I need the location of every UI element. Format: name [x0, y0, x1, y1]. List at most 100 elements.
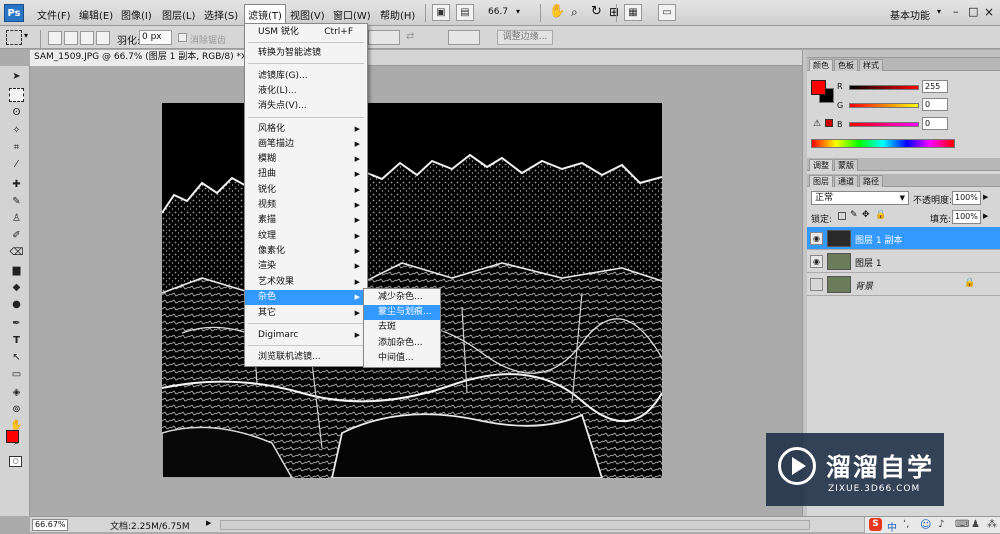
filter-usm-sharpen[interactable]: USM 锐化 Ctrl+F [245, 25, 367, 40]
history-brush-icon[interactable]: ✐ [9, 229, 24, 243]
filter-category-video[interactable]: 视频 ▶ [245, 198, 367, 213]
filter-category-sketch[interactable]: 素描 ▶ [245, 213, 367, 228]
magic-wand-icon[interactable]: ✧ [9, 124, 24, 138]
tab-channels[interactable]: 通道 [834, 175, 858, 187]
chevron-down-icon[interactable]: ▾ [516, 7, 520, 16]
filter-gallery[interactable]: 滤镜库(G)... [245, 69, 367, 84]
filter-vanishing-point[interactable]: 消失点(V)... [245, 99, 367, 114]
filter-category-distort[interactable]: 扭曲 ▶ [245, 167, 367, 182]
marquee-preset-icon[interactable] [6, 30, 22, 45]
hand-icon[interactable]: ✋ [549, 4, 565, 19]
menu-layer[interactable]: 图层(L) [162, 7, 195, 22]
filter-category-blur[interactable]: 模糊 ▶ [245, 152, 367, 167]
apps-grid-icon[interactable]: ⁂ [987, 519, 997, 530]
brush-tool-icon[interactable]: ✎ [9, 195, 24, 209]
blur-tool-icon[interactable]: ◆ [9, 281, 24, 295]
menu-window[interactable]: 窗口(W) [333, 7, 371, 22]
filter-category-other[interactable]: 其它 ▶ [245, 306, 367, 321]
noise-median[interactable]: 中间值... [364, 351, 440, 366]
pen-tool-icon[interactable]: ✒ [9, 317, 24, 331]
tab-masks[interactable]: 蒙版 [834, 159, 858, 171]
subtract-selection-icon[interactable] [80, 31, 94, 45]
color-panel-foreground-swatch[interactable] [811, 80, 826, 95]
filter-category-brush-strokes[interactable]: 画笔描边 ▶ [245, 137, 367, 152]
visibility-eye-icon[interactable]: ◉ [810, 232, 823, 245]
menu-filter[interactable]: 滤镜(T) [244, 4, 286, 24]
filter-category-noise[interactable]: 杂色 ▶ [245, 290, 367, 305]
workspace-switcher[interactable]: 基本功能 [890, 7, 930, 22]
foreground-color-swatch[interactable] [6, 430, 19, 443]
fill-arrow-icon[interactable]: ▶ [983, 212, 988, 220]
noise-dust-and-scratches[interactable]: 蒙尘与划痕... [364, 305, 440, 320]
eraser-icon[interactable]: ⌫ [9, 246, 24, 260]
healing-brush-icon[interactable]: ✚ [9, 178, 24, 192]
filter-category-texture[interactable]: 纹理 ▶ [245, 229, 367, 244]
quick-mask-icon[interactable]: ○ [9, 456, 22, 467]
width-input[interactable] [368, 30, 400, 45]
type-tool-icon[interactable]: T [9, 334, 24, 348]
document-tab[interactable]: SAM_1509.JPG @ 66.7% (图层 1 副本, RGB/8) * [30, 50, 250, 66]
layer-row[interactable]: 背景 🔒 [807, 273, 1000, 296]
crop-tool-icon[interactable]: ⌗ [9, 141, 24, 155]
user-icon[interactable]: ♟ [971, 519, 980, 530]
zoom-icon[interactable]: ⌕ [571, 5, 578, 20]
swap-icon[interactable]: ⇄ [406, 31, 414, 42]
antialias-checkbox[interactable] [178, 33, 187, 42]
b-slider[interactable] [849, 122, 919, 127]
lock-all-icon[interactable]: 🔒 [875, 210, 886, 220]
menu-edit[interactable]: 编辑(E) [79, 7, 113, 22]
lock-transparency-icon[interactable] [838, 212, 846, 220]
g-slider[interactable] [849, 103, 919, 108]
document-size-info[interactable]: 文档:2.25M/6.75M [110, 519, 190, 532]
tab-layers[interactable]: 图层 [809, 175, 833, 187]
menu-view[interactable]: 视图(V) [290, 7, 325, 22]
minibridge-icon[interactable]: ▤ [456, 4, 474, 21]
tab-styles[interactable]: 样式 [859, 59, 883, 71]
filter-category-sharpen[interactable]: 锐化 ▶ [245, 183, 367, 198]
path-select-icon[interactable]: ↖ [9, 351, 24, 365]
ruler-icon[interactable]: ⊞ [609, 5, 619, 19]
tab-swatches[interactable]: 色板 [834, 59, 858, 71]
menu-file[interactable]: 文件(F) [37, 7, 71, 22]
eyedropper-icon[interactable]: ⁄ [9, 158, 24, 172]
tab-color[interactable]: 颜色 [809, 59, 833, 71]
ime-logo-icon[interactable]: S [869, 518, 882, 531]
rotate-icon[interactable]: ↻ [591, 4, 602, 19]
3d-orbit-icon[interactable]: ⊚ [9, 403, 24, 417]
keyboard-icon[interactable]: ⌨ [955, 519, 969, 530]
bridge-icon[interactable]: ▣ [432, 4, 450, 21]
filter-category-render[interactable]: 渲染 ▶ [245, 259, 367, 274]
filter-digimarc[interactable]: Digimarc ▶ [245, 328, 367, 343]
zoom-level[interactable]: 66.7 [488, 7, 508, 17]
status-menu-arrow-icon[interactable]: ▶ [206, 519, 211, 527]
menu-image[interactable]: 图像(I) [121, 7, 152, 22]
zoom-field[interactable]: 66.67% [32, 519, 68, 531]
visibility-eye-icon[interactable]: ◉ [810, 255, 823, 268]
gamut-color-swatch[interactable] [825, 119, 833, 127]
layer-row[interactable]: ◉ 图层 1 [807, 250, 1000, 273]
menu-help[interactable]: 帮助(H) [380, 7, 415, 22]
layer-name[interactable]: 图层 1 副本 [855, 233, 902, 246]
filter-liquify[interactable]: 液化(L)... [245, 84, 367, 99]
feather-input[interactable]: 0 px [139, 30, 172, 45]
dodge-tool-icon[interactable]: ● [9, 298, 24, 312]
microphone-icon[interactable]: ♪ [938, 519, 944, 530]
lock-pixels-icon[interactable]: ✎ [850, 210, 858, 220]
shape-tool-icon[interactable]: ▭ [9, 368, 24, 382]
minimize-icon[interactable]: – [953, 5, 959, 18]
ime-punctuation-icon[interactable]: ʻ, [903, 519, 909, 530]
fill-input[interactable]: 100% [952, 210, 981, 224]
marquee-tool-icon[interactable] [9, 88, 24, 102]
noise-reduce-noise[interactable]: 减少杂色... [364, 290, 440, 305]
filter-convert-smart[interactable]: 转换为智能滤镜 [245, 46, 367, 61]
intersect-selection-icon[interactable] [96, 31, 110, 45]
move-tool-icon[interactable]: ➤ [9, 70, 24, 84]
b-value-input[interactable]: 0 [922, 117, 948, 130]
noise-despeckle[interactable]: 去斑 [364, 320, 440, 335]
visibility-eye-icon[interactable] [810, 278, 823, 291]
emoji-icon[interactable]: ☺ [920, 518, 931, 531]
blend-mode-select[interactable]: 正常 ▼ [811, 191, 909, 205]
filter-browse-online[interactable]: 浏览联机滤镜... [245, 350, 367, 365]
lock-position-icon[interactable]: ✥ [862, 210, 870, 220]
3d-rotate-icon[interactable]: ◈ [9, 386, 24, 400]
